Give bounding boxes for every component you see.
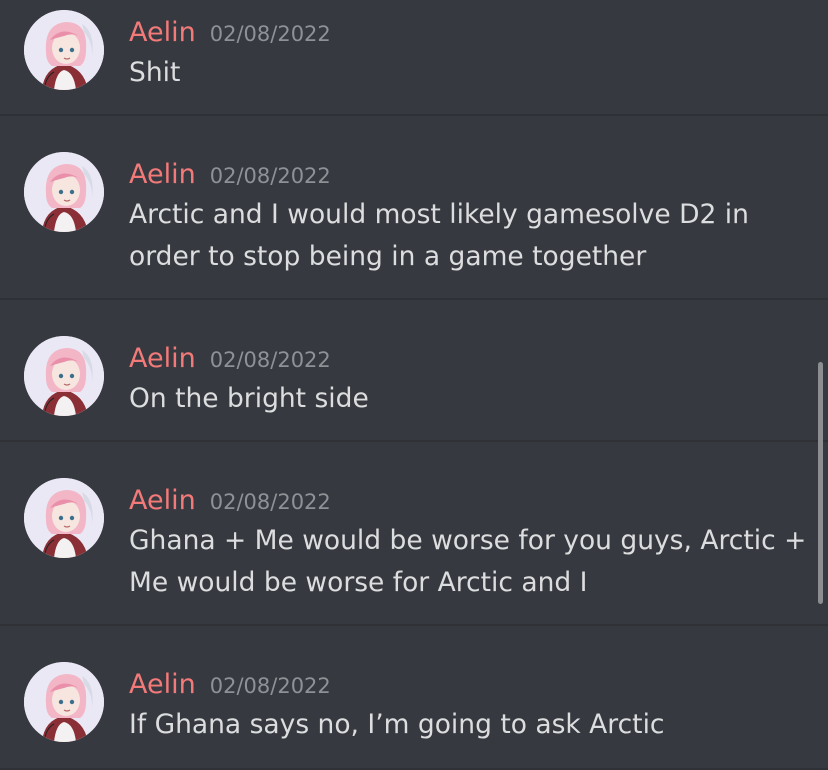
- message-timestamp: 02/08/2022: [209, 22, 331, 46]
- message-item[interactable]: Aelin 02/08/2022 Ghana + Me would be wors…: [0, 442, 828, 626]
- message-header: Aelin 02/08/2022: [129, 484, 331, 518]
- message-item[interactable]: Aelin 02/08/2022 If Ghana says no, I’m go…: [0, 626, 828, 770]
- message-text: On the bright side: [129, 383, 369, 414]
- message-header: Aelin 02/08/2022: [129, 16, 331, 50]
- message-text: Arctic and I would most likely gamesolve…: [129, 199, 749, 272]
- author-name[interactable]: Aelin: [129, 159, 196, 190]
- author-name[interactable]: Aelin: [129, 343, 196, 374]
- user-avatar-icon[interactable]: [24, 152, 104, 232]
- author-name[interactable]: Aelin: [129, 485, 196, 516]
- message-text: If Ghana says no, I’m going to ask Arcti…: [129, 709, 665, 740]
- message-header: Aelin 02/08/2022: [129, 158, 331, 192]
- user-avatar-icon[interactable]: [24, 10, 104, 90]
- message-item[interactable]: Aelin 02/08/2022 Arctic and I would most …: [0, 116, 828, 300]
- message-text: Ghana + Me would be worse for you guys, …: [129, 525, 807, 598]
- scrollbar-thumb[interactable]: [818, 362, 823, 604]
- message-timestamp: 02/08/2022: [209, 348, 331, 372]
- message-item[interactable]: Aelin 02/08/2022 Shit: [0, 0, 828, 116]
- chat-message-list[interactable]: Aelin02/08/2022 Shit Aelin02/08/2022 A: [0, 0, 828, 770]
- user-avatar-icon[interactable]: [24, 662, 104, 742]
- message-header: Aelin 02/08/2022: [129, 342, 331, 376]
- message-item[interactable]: Aelin 02/08/2022 On the bright side: [0, 300, 828, 442]
- author-name[interactable]: Aelin: [129, 669, 196, 700]
- message-timestamp: 02/08/2022: [209, 164, 331, 188]
- message-header: Aelin 02/08/2022: [129, 668, 331, 702]
- user-avatar-icon[interactable]: [24, 478, 104, 558]
- user-avatar-icon[interactable]: [24, 336, 104, 416]
- message-timestamp: 02/08/2022: [209, 674, 331, 698]
- message-timestamp: 02/08/2022: [209, 490, 331, 514]
- author-name[interactable]: Aelin: [129, 17, 196, 48]
- message-text: Shit: [129, 57, 181, 88]
